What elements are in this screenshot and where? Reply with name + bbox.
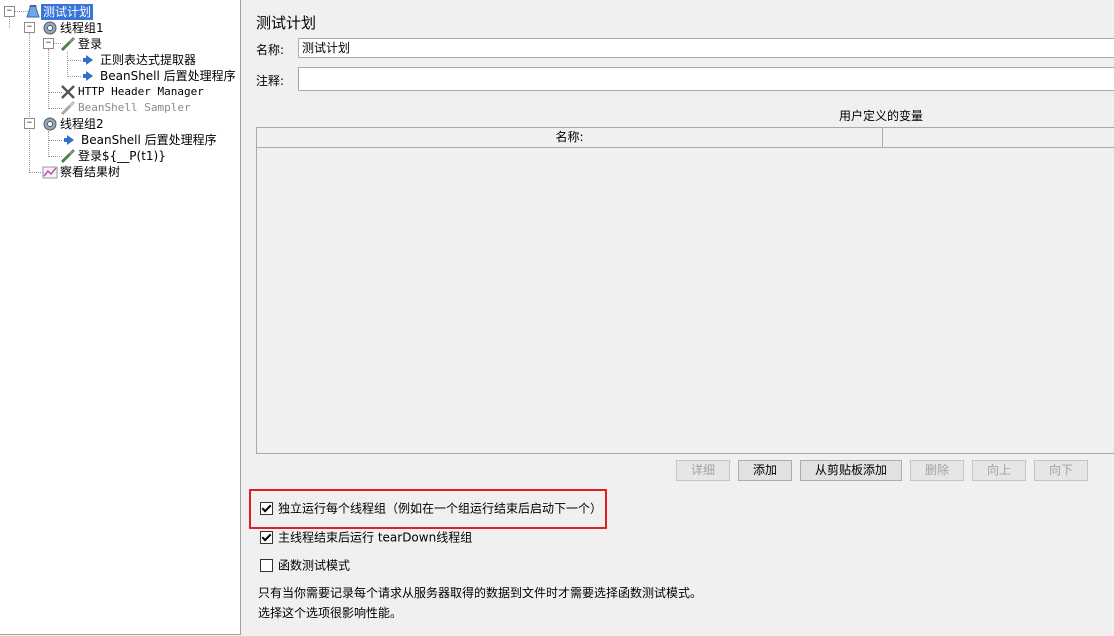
functional-test-mode-checkbox[interactable]: 函数测试模式	[260, 557, 350, 573]
tree-label-beanshell-sampler: BeanShell Sampler	[78, 100, 191, 114]
tree-node-beanshell-post-2[interactable]: BeanShell 后置处理程序	[63, 131, 219, 147]
functional-mode-note-line1: 只有当你需要记录每个请求从服务器取得的数据到文件时才需要选择函数测试模式。	[258, 586, 703, 600]
tree-node-login[interactable]: 登录	[60, 35, 104, 51]
post-processor-arrow-icon	[63, 132, 79, 148]
table-header: 名称:	[257, 128, 1114, 148]
checkbox-box[interactable]	[260, 559, 273, 572]
tree-connector	[48, 49, 49, 109]
collapse-toggle-root[interactable]: −	[4, 6, 15, 17]
tree-label-thread-group-1: 线程组1	[60, 20, 104, 35]
tree-node-regex-extractor[interactable]: 正则表达式提取器	[82, 51, 198, 67]
gear-icon	[42, 116, 58, 132]
tree-label-view-results-tree: 察看结果树	[60, 164, 121, 179]
tree-label-test-plan: 测试计划	[41, 3, 94, 20]
test-plan-tree[interactable]: − − − − 测试计划 线程组1 登录 正则表达式提取器 BeanShell …	[0, 0, 241, 635]
run-groups-consecutively-checkbox[interactable]: 独立运行每个线程组（例如在一个组运行结束后启动下一个）	[260, 500, 602, 516]
functional-mode-note-line2: 选择这个选项很影响性能。	[258, 606, 403, 620]
tree-connector	[48, 140, 62, 141]
tree-label-regex-extractor: 正则表达式提取器	[100, 52, 197, 67]
tree-label-login-p: 登录${__P(t1)}	[78, 148, 166, 163]
tree-connector	[48, 131, 49, 157]
wrench-icon	[60, 84, 76, 100]
pipette-icon	[60, 100, 76, 116]
checkbox-box[interactable]	[260, 502, 273, 515]
tree-node-beanshell-sampler[interactable]: BeanShell Sampler	[60, 99, 193, 115]
post-processor-arrow-icon	[82, 52, 98, 68]
tree-connector	[29, 172, 43, 173]
tree-label-beanshell-post-2: BeanShell 后置处理程序	[81, 132, 217, 147]
tree-node-beanshell-post-1[interactable]: BeanShell 后置处理程序	[82, 67, 238, 83]
checkbox-box[interactable]	[260, 531, 273, 544]
column-header-name[interactable]: 名称:	[257, 128, 883, 147]
user-variables-table[interactable]: 名称:	[256, 127, 1114, 454]
tree-node-test-plan[interactable]: 测试计划	[25, 3, 94, 20]
tree-connector	[29, 33, 30, 173]
comment-field[interactable]	[298, 67, 1114, 91]
pipette-icon	[60, 36, 76, 52]
detail-button[interactable]: 详细	[676, 460, 730, 481]
tree-node-thread-group-2[interactable]: 线程组2	[42, 115, 106, 131]
delete-button[interactable]: 删除	[910, 460, 964, 481]
tree-connector	[67, 76, 81, 77]
collapse-toggle-login[interactable]: −	[43, 38, 54, 49]
tree-node-http-header-manager[interactable]: HTTP Header Manager	[60, 83, 206, 99]
comment-label: 注释:	[256, 74, 285, 88]
panel-title: 测试计划	[256, 14, 317, 32]
name-field[interactable]: 测试计划	[298, 38, 1114, 58]
gear-icon	[42, 20, 58, 36]
test-plan-icon	[25, 4, 41, 20]
chart-line-icon	[42, 164, 58, 180]
tree-label-login: 登录	[78, 36, 103, 51]
checkbox-label: 主线程结束后运行 tearDown线程组	[278, 530, 473, 545]
tree-node-thread-group-1[interactable]: 线程组1	[42, 19, 106, 35]
user-defined-variables-title: 用户定义的变量	[838, 109, 923, 123]
name-label: 名称:	[256, 43, 285, 57]
move-down-button[interactable]: 向下	[1034, 460, 1088, 481]
tree-label-beanshell-post-1: BeanShell 后置处理程序	[100, 68, 236, 83]
add-from-clipboard-button[interactable]: 从剪贴板添加	[800, 460, 902, 481]
pipette-icon	[60, 148, 76, 164]
test-plan-panel: 测试计划 名称: 测试计划 注释: 用户定义的变量 名称: 详细 添加 从剪贴板…	[244, 0, 1114, 636]
tree-label-http-header-manager: HTTP Header Manager	[78, 84, 204, 98]
tree-label-thread-group-2: 线程组2	[60, 116, 104, 131]
move-up-button[interactable]: 向上	[972, 460, 1026, 481]
add-button[interactable]: 添加	[738, 460, 792, 481]
collapse-toggle-thread-group-2[interactable]: −	[24, 118, 35, 129]
checkbox-label: 独立运行每个线程组（例如在一个组运行结束后启动下一个）	[278, 501, 603, 516]
collapse-toggle-thread-group-1[interactable]: −	[24, 22, 35, 33]
tree-connector	[67, 52, 68, 77]
column-header-value[interactable]	[883, 128, 1114, 147]
tree-node-login-p[interactable]: 登录${__P(t1)}	[60, 147, 168, 163]
checkbox-label: 函数测试模式	[278, 558, 351, 573]
tree-node-view-results-tree[interactable]: 察看结果树	[42, 163, 122, 179]
tree-connector	[67, 60, 81, 61]
post-processor-arrow-icon	[82, 68, 98, 84]
teardown-after-shutdown-checkbox[interactable]: 主线程结束后运行 tearDown线程组	[260, 529, 472, 545]
